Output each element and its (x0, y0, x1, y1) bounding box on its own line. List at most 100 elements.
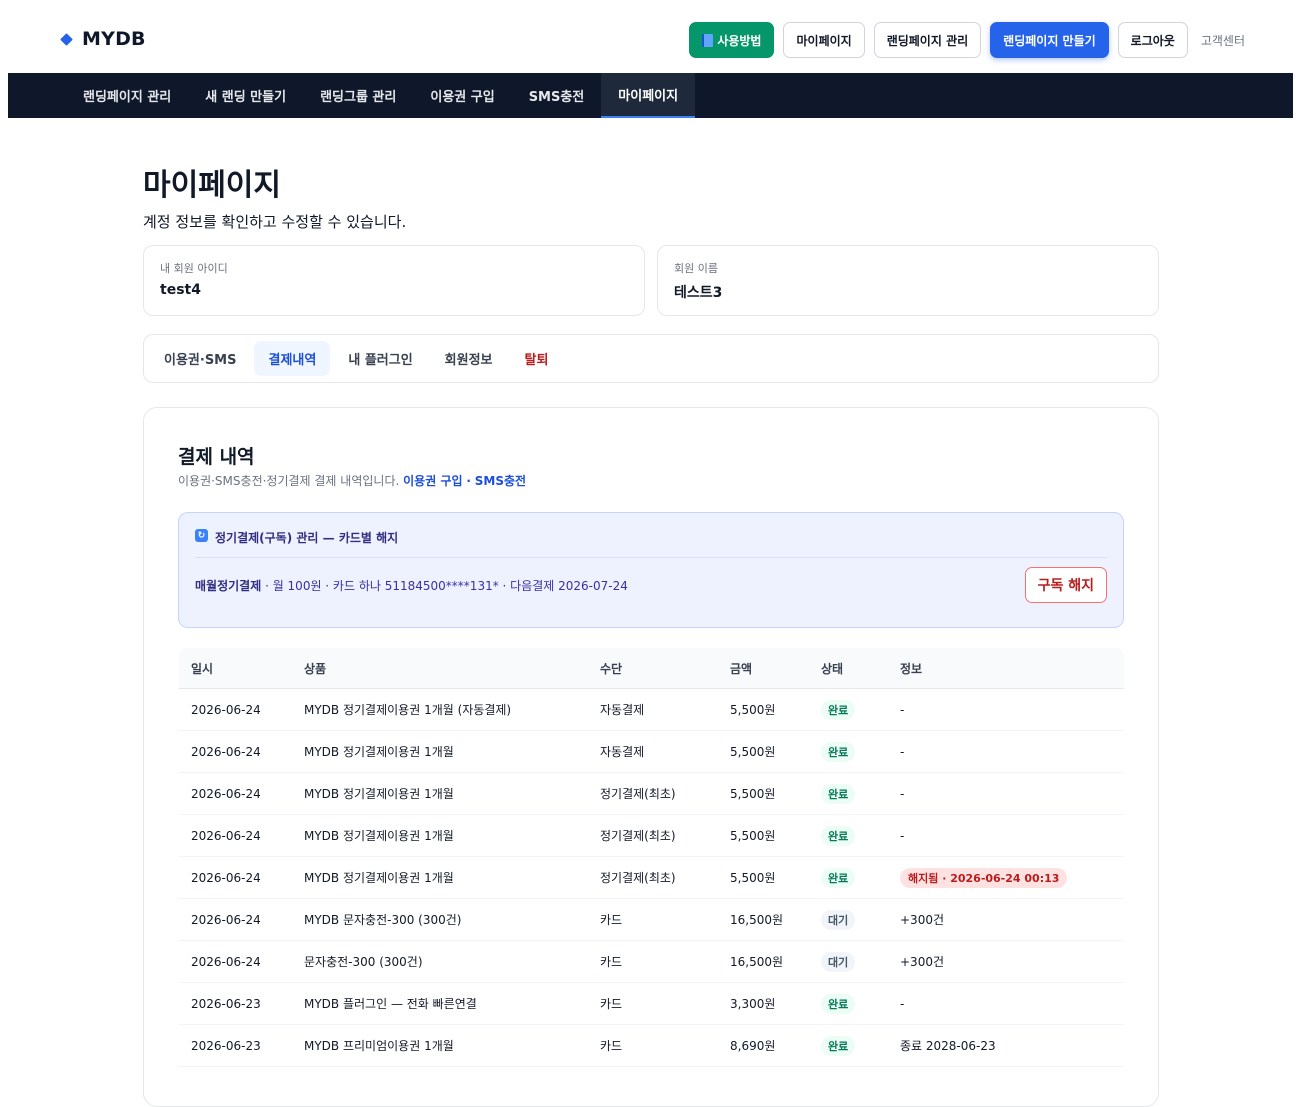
row-info: 해지됨 · 2026-06-24 00:13 (888, 867, 1124, 888)
row-product: MYDB 정기결제이용권 1개월 (304, 787, 454, 801)
row-status: 완료 (809, 993, 888, 1014)
cancel-subscription-button[interactable]: 구독 해지 (1024, 567, 1107, 603)
tab-payments[interactable]: 결제내역 (254, 341, 331, 376)
support-link[interactable]: 고객센터 (1197, 22, 1249, 58)
row-product: MYDB 정기결제이용권 1개월 (304, 871, 454, 885)
member-id-card: 내 회원 아이디 test4 (143, 245, 645, 316)
nav-item-buy-ticket[interactable]: 이용권 구입 (413, 73, 511, 118)
book-icon (702, 33, 714, 47)
sms-charge-link[interactable]: SMS충전 (475, 474, 526, 488)
payments-table: 일시 상품 수단 금액 상태 정보 2026-06-24 MYDB 정기결제이용권… (179, 648, 1124, 1067)
row-info: - (900, 702, 905, 717)
status-badge: 완료 (821, 699, 856, 720)
nav-item-mypage[interactable]: 마이페이지 (601, 73, 696, 118)
row-method: 정기결제(최초) (600, 787, 676, 801)
row-amount: 5,500원 (730, 871, 776, 885)
page-title: 마이페이지 (143, 168, 281, 203)
row-info: - (900, 996, 905, 1011)
row-date: 2026-06-23 (191, 1038, 261, 1053)
status-badge: 완료 (821, 741, 856, 762)
table-row: 2026-06-24 MYDB 정기결제이용권 1개월 정기결제(최초) 5,500원… (179, 857, 1124, 899)
subscription-info: 매월정기결제 · 월 100원 · 카드 하나 51184500****131*… (195, 577, 628, 594)
nav-item-sms-charge[interactable]: SMS충전 (512, 73, 602, 118)
table-row: 2026-06-24 MYDB 정기결제이용권 1개월 정기결제(최초) 5,500원… (179, 815, 1124, 857)
status-badge: 완료 (821, 867, 856, 888)
row-product: MYDB 프리미엄이용권 1개월 (304, 1039, 454, 1053)
subscription-heading: ↻ 정기결제(구독) 관리 — 카드별 해지 (195, 529, 1107, 558)
row-status: 완료 (809, 867, 888, 888)
status-badge: 완료 (821, 1035, 856, 1056)
row-method: 자동결제 (600, 745, 645, 759)
row-info: - (900, 828, 905, 843)
status-badge: 완료 (821, 783, 856, 804)
mypage-tabs: 이용권·SMS 결제내역 내 플러그인 회원정보 탈퇴 (143, 334, 1159, 383)
table-row: 2026-06-23 MYDB 플러그인 — 전화 빠른연결 카드 3,300원 완료 - (179, 983, 1124, 1025)
row-amount: 8,690원 (730, 1039, 776, 1053)
top-bar: MYDB 사용방법 마이페이지 랜딩페이지 관리 랜딩페이지 만들기 로그아웃 … (0, 0, 1301, 73)
row-amount: 5,500원 (730, 703, 776, 717)
row-method: 카드 (600, 913, 623, 927)
payments-subtitle: 이용권·SMS충전·정기결제 결제 내역입니다. 이용권 구입 · SMS충전 (178, 472, 526, 489)
subscription-heading-text: 정기결제(구독) 관리 — 카드별 해지 (215, 531, 399, 545)
buy-ticket-link[interactable]: 이용권 구입 (403, 474, 462, 488)
mypage-button[interactable]: 마이페이지 (783, 22, 865, 58)
tab-ticket-sms[interactable]: 이용권·SMS (150, 341, 250, 376)
nav-item-new-landing[interactable]: 새 랜딩 만들기 (188, 73, 303, 118)
row-date: 2026-06-23 (191, 996, 261, 1011)
col-date: 일시 (191, 661, 214, 676)
tab-withdraw[interactable]: 탈퇴 (511, 341, 563, 376)
col-method: 수단 (600, 661, 623, 676)
tab-member-info[interactable]: 회원정보 (431, 341, 507, 376)
col-amount: 금액 (730, 661, 753, 676)
table-header: 일시 상품 수단 금액 상태 정보 (179, 648, 1124, 689)
row-date: 2026-06-24 (191, 912, 261, 927)
row-info: - (900, 786, 905, 801)
col-product: 상품 (304, 661, 327, 676)
row-status: 완료 (809, 741, 888, 762)
row-date: 2026-06-24 (191, 870, 261, 885)
logout-button[interactable]: 로그아웃 (1117, 22, 1188, 58)
row-product: MYDB 정기결제이용권 1개월 (304, 829, 454, 843)
status-badge: 대기 (821, 951, 856, 972)
subscription-box: ↻ 정기결제(구독) 관리 — 카드별 해지 매월정기결제 · 월 100원 ·… (178, 512, 1124, 628)
guide-button[interactable]: 사용방법 (689, 22, 775, 58)
col-status: 상태 (821, 661, 844, 676)
row-product: MYDB 플러그인 — 전화 빠른연결 (304, 997, 477, 1011)
table-row: 2026-06-24 문자충전-300 (300건) 카드 16,500원 대기 +300… (179, 941, 1124, 983)
status-badge: 완료 (821, 825, 856, 846)
row-method: 카드 (600, 997, 623, 1011)
table-row: 2026-06-24 MYDB 정기결제이용권 1개월 자동결제 5,500원 완료 - (179, 731, 1124, 773)
refresh-icon: ↻ (195, 529, 208, 542)
nav-item-landing-manage[interactable]: 랜딩페이지 관리 (66, 73, 188, 118)
table-row: 2026-06-24 MYDB 정기결제이용권 1개월 (자동결제) 자동결제 5,5… (179, 689, 1124, 731)
row-method: 정기결제(최초) (600, 829, 676, 843)
row-amount: 3,300원 (730, 997, 776, 1011)
landing-create-button[interactable]: 랜딩페이지 만들기 (990, 22, 1109, 58)
row-method: 카드 (600, 1039, 623, 1053)
subscription-plan: 매월정기결제 (195, 579, 262, 593)
row-info: +300건 (900, 913, 944, 927)
row-date: 2026-06-24 (191, 954, 261, 969)
landing-manage-button[interactable]: 랜딩페이지 관리 (873, 22, 982, 58)
row-product: MYDB 정기결제이용권 1개월 (자동결제) (304, 703, 512, 717)
payments-panel: 결제 내역 이용권·SMS충전·정기결제 결제 내역입니다. 이용권 구입 · … (143, 407, 1159, 1107)
row-product: MYDB 문자충전-300 (300건) (304, 913, 462, 927)
table-row: 2026-06-24 MYDB 문자충전-300 (300건) 카드 16,500원 대… (179, 899, 1124, 941)
top-actions: 사용방법 마이페이지 랜딩페이지 관리 랜딩페이지 만들기 로그아웃 고객센터 (689, 22, 1249, 58)
row-product: MYDB 정기결제이용권 1개월 (304, 745, 454, 759)
member-id-label: 내 회원 아이디 (160, 262, 228, 275)
member-name-value: 테스트3 (674, 285, 723, 301)
member-name-card: 회원 이름 테스트3 (657, 245, 1159, 316)
tab-my-plugins[interactable]: 내 플러그인 (334, 341, 426, 376)
row-status: 완료 (809, 699, 888, 720)
guide-button-label: 사용방법 (717, 33, 762, 48)
row-method: 정기결제(최초) (600, 871, 676, 885)
row-product: 문자충전-300 (300건) (304, 955, 423, 969)
row-status: 대기 (809, 909, 888, 930)
diamond-icon (60, 32, 73, 46)
cancelled-badge: 해지됨 · 2026-06-24 00:13 (900, 867, 1068, 888)
nav-item-landing-group[interactable]: 랜딩그룹 관리 (303, 73, 413, 118)
page-subtitle: 계정 정보를 확인하고 수정할 수 있습니다. (143, 213, 407, 231)
row-info: - (900, 744, 905, 759)
logo[interactable]: MYDB (60, 28, 146, 50)
